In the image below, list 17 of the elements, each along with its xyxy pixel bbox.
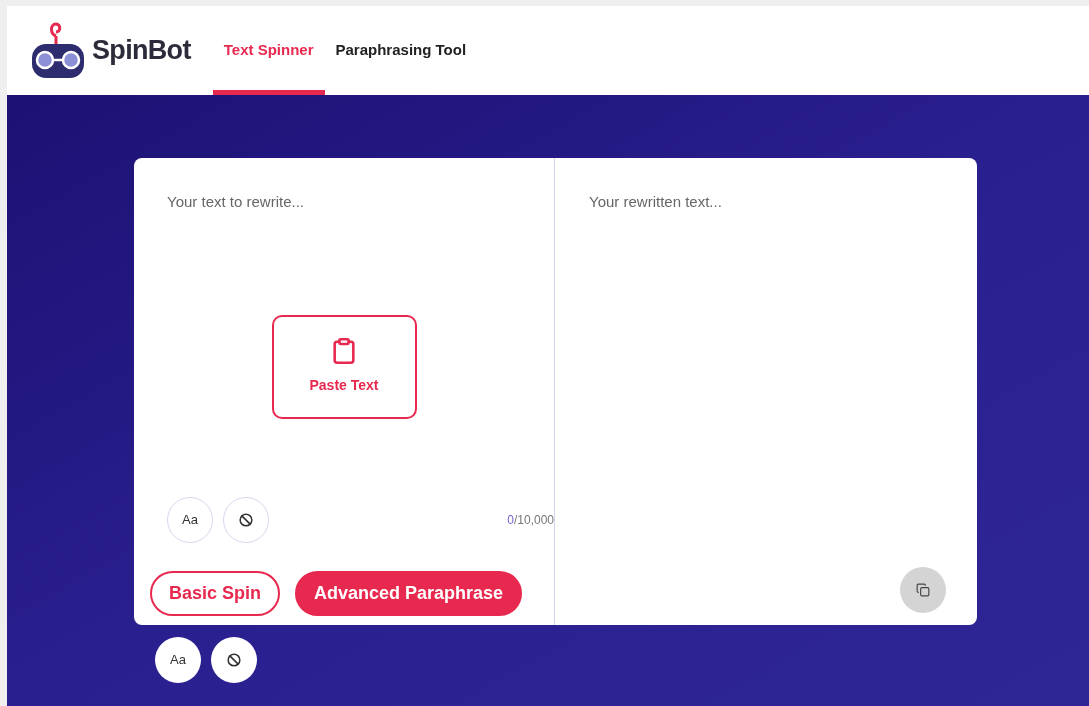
input-text-field[interactable]: Your text to rewrite...: [167, 191, 554, 214]
text-case-button[interactable]: Aa: [167, 496, 213, 543]
clear-icon: [227, 653, 241, 667]
clear-button[interactable]: [223, 496, 269, 543]
text-case-button[interactable]: Aa: [155, 637, 201, 683]
mode-button[interactable]: Advanced Paraphrase: [295, 570, 523, 616]
paste-text-button[interactable]: Paste Text: [271, 314, 417, 419]
nav-tab[interactable]: Paraphrasing Tool: [324, 6, 478, 95]
clear-icon: [239, 512, 253, 527]
brand-name: SpinBot: [92, 34, 191, 68]
output-text-field[interactable]: Your rewritten text...: [589, 191, 946, 214]
copy-icon: [916, 583, 930, 597]
character-counter: 0/10,000: [507, 511, 554, 529]
clear-button[interactable]: [211, 637, 257, 683]
clipboard-icon: [330, 337, 358, 365]
mode-button[interactable]: Basic Spin: [150, 570, 281, 616]
copy-button[interactable]: [900, 567, 946, 613]
